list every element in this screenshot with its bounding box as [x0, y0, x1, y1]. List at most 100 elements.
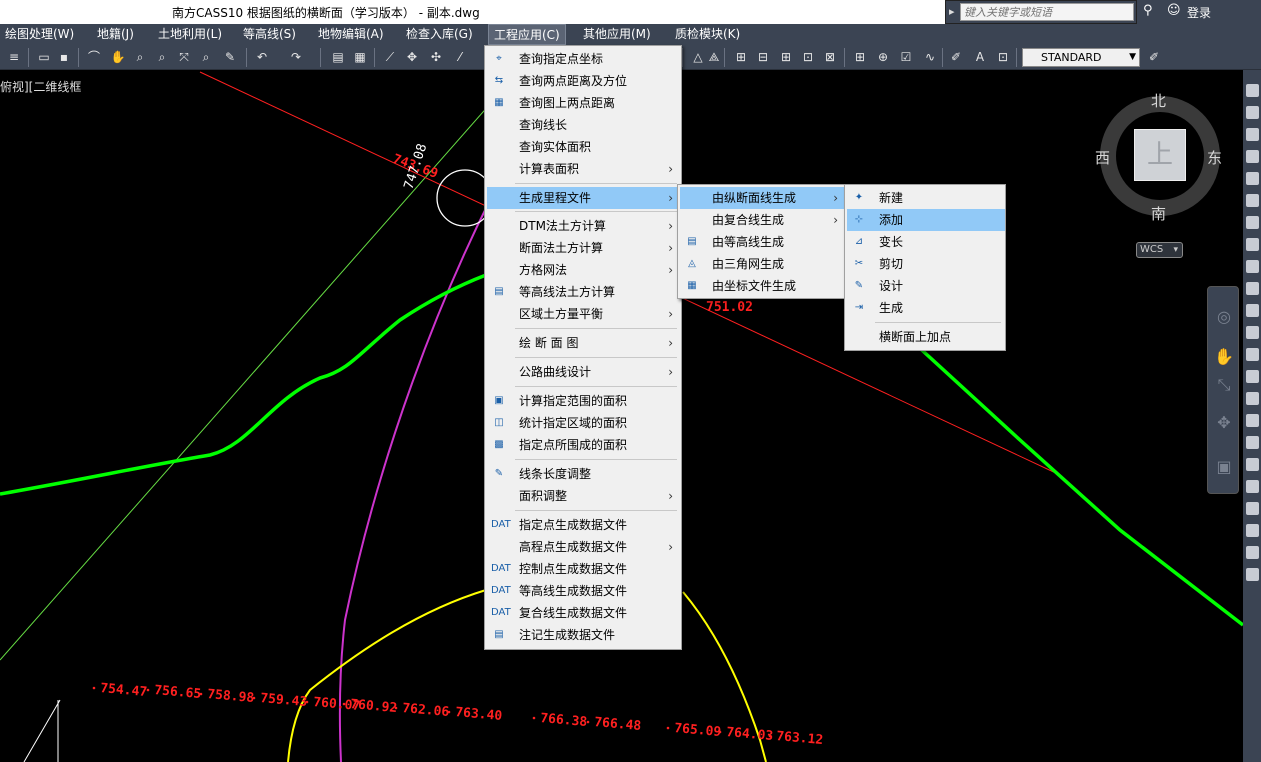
side-tool-icon[interactable] — [1246, 436, 1259, 449]
side-tool-icon[interactable] — [1246, 106, 1259, 119]
side-tool-icon[interactable] — [1246, 370, 1259, 383]
compass-south[interactable]: 南 — [1151, 203, 1166, 224]
viewcube-top-face[interactable]: 上 — [1134, 129, 1186, 181]
login-link[interactable]: 登录 — [1187, 4, 1211, 21]
binoculars-icon[interactable]: ⚲ — [1143, 3, 1153, 18]
grid-icon[interactable]: ⊞ — [778, 49, 794, 65]
side-tool-icon[interactable] — [1246, 414, 1259, 427]
check-icon[interactable]: ☑ — [898, 49, 914, 65]
compass-north[interactable]: 北 — [1151, 90, 1166, 111]
elevation-label[interactable]: 758.98 — [207, 687, 255, 706]
side-tool-icon[interactable] — [1246, 304, 1259, 317]
engineering-menu-item-5[interactable]: 计算表面积 › — [487, 158, 681, 180]
side-tool-icon[interactable] — [1246, 150, 1259, 163]
menu-6[interactable]: 工程应用(C) — [488, 24, 566, 45]
side-tool-icon[interactable] — [1246, 84, 1259, 97]
side-tool-icon[interactable] — [1246, 128, 1259, 141]
zoom-icon[interactable]: ⤡ — [1214, 375, 1234, 395]
save-icon[interactable]: ▪ — [56, 49, 72, 65]
pick-icon[interactable]: ✎ — [222, 49, 238, 65]
engineering-menu-item-13[interactable]: 公路曲线设计 › — [487, 361, 681, 383]
showmotion-icon[interactable]: ▣ — [1214, 457, 1234, 477]
side-tool-icon[interactable] — [1246, 480, 1259, 493]
text-a-icon[interactable]: A — [972, 49, 988, 65]
engineering-menu-item-4[interactable]: 查询实体面积 — [487, 136, 681, 158]
engineering-menu-item-18[interactable]: 面积调整 › — [487, 485, 681, 507]
side-tool-icon[interactable] — [1246, 172, 1259, 185]
engineering-menu-item-24[interactable]: ▤ 注记生成数据文件 — [487, 624, 681, 646]
copy-icon[interactable]: ✣ — [428, 49, 444, 65]
side-tool-icon[interactable] — [1246, 524, 1259, 537]
elevation-label[interactable]: 764.03 — [726, 725, 774, 744]
engineering-menu-item-0[interactable]: ⌖ 查询指定点坐标 — [487, 48, 681, 70]
side-tool-icon[interactable] — [1246, 326, 1259, 339]
layer-icon[interactable]: ▦ — [352, 49, 368, 65]
menu-0[interactable]: 绘图处理(W) — [0, 24, 79, 45]
engineering-menu-item-23[interactable]: DAT 复合线生成数据文件 — [487, 602, 681, 624]
plus-icon[interactable]: ⊕ — [875, 49, 891, 65]
elevation-label[interactable]: 766.48 — [594, 715, 642, 734]
engineering-menu-item-2[interactable]: ▦ 查询图上两点距离 — [487, 92, 681, 114]
engineering-menu-item-22[interactable]: DAT 等高线生成数据文件 — [487, 580, 681, 602]
elevation-label[interactable]: 756.65 — [154, 683, 202, 702]
menu-5[interactable]: 检查入库(G) — [401, 24, 478, 45]
engineering-menu-item-16[interactable]: ▩ 指定点所围成的面积 — [487, 434, 681, 456]
side-tool-icon[interactable] — [1246, 238, 1259, 251]
elevation-label[interactable]: 762.06 — [402, 701, 450, 720]
engineering-menu-item-14[interactable]: ▣ 计算指定范围的面积 — [487, 390, 681, 412]
menu-1[interactable]: 地籍(J) — [92, 24, 139, 45]
viewport-label[interactable]: 俯视][二维线框 — [0, 78, 81, 95]
redo-icon[interactable]: ↷ — [288, 49, 304, 65]
side-tool-icon[interactable] — [1246, 348, 1259, 361]
engineering-menu-item-9[interactable]: 方格网法 › — [487, 259, 681, 281]
open-icon[interactable]: ▭ — [36, 49, 52, 65]
grip-icon[interactable]: ≡ — [6, 49, 22, 65]
engineering-menu-item-6[interactable]: 生成里程文件 › — [487, 187, 681, 209]
menu-3[interactable]: 等高线(S) — [238, 24, 301, 45]
side-tool-icon[interactable] — [1246, 282, 1259, 295]
undo-icon[interactable]: ↶ — [254, 49, 270, 65]
stretch-icon[interactable]: ⁄ — [452, 49, 468, 65]
profile-menu-item-0[interactable]: ✦ 新建 — [847, 187, 1005, 209]
profile-menu-item-2[interactable]: ⊿ 变长 — [847, 231, 1005, 253]
side-tool-icon[interactable] — [1246, 392, 1259, 405]
side-tool-icon[interactable] — [1246, 568, 1259, 581]
profile-menu-item-3[interactable]: ✂ 剪切 — [847, 253, 1005, 275]
menu-8[interactable]: 质检模块(K) — [670, 24, 745, 45]
engineering-menu-item-7[interactable]: DTM法土方计算 › — [487, 215, 681, 237]
menu-2[interactable]: 土地利用(L) — [153, 24, 227, 45]
elevation-label[interactable]: 765.09 — [674, 721, 722, 740]
side-tool-icon[interactable] — [1246, 260, 1259, 273]
elevation-label[interactable]: 766.38 — [540, 711, 588, 730]
side-tool-icon[interactable] — [1246, 546, 1259, 559]
draw-line-icon[interactable]: ⟋ — [382, 49, 398, 65]
wcs-button[interactable]: WCS ▾ — [1136, 242, 1183, 258]
hatch-icon[interactable]: ⊞ — [852, 49, 868, 65]
engineering-menu-item-12[interactable]: 绘 断 面 图 › — [487, 332, 681, 354]
engineering-menu-item-10[interactable]: ▤ 等高线法土方计算 — [487, 281, 681, 303]
engineering-menu-item-17[interactable]: ✎ 线条长度调整 — [487, 463, 681, 485]
text-style-select[interactable]: STANDARD ▼ — [1022, 48, 1140, 67]
orbit-icon[interactable]: ✥ — [1214, 413, 1234, 433]
profile-menu-item-5[interactable]: ⇥ 生成 — [847, 297, 1005, 319]
mileage-menu-item-3[interactable]: ◬ 由三角网生成 — [680, 253, 846, 275]
search-input[interactable] — [960, 3, 1134, 21]
menu-4[interactable]: 地物编辑(A) — [313, 24, 389, 45]
steering-wheel-icon[interactable]: ◎ — [1214, 307, 1234, 327]
mileage-menu-item-2[interactable]: ▤ 由等高线生成 — [680, 231, 846, 253]
wave-icon[interactable]: ∿ — [922, 49, 938, 65]
move-icon[interactable]: ✥ — [404, 49, 420, 65]
edit-style-icon[interactable]: ✐ — [1146, 49, 1162, 65]
engineering-menu-item-19[interactable]: DAT 指定点生成数据文件 — [487, 514, 681, 536]
engineering-menu-item-8[interactable]: 断面法土方计算 › — [487, 237, 681, 259]
measure-icon[interactable]: ⟁ — [706, 49, 722, 65]
triangle-icon[interactable]: △ — [690, 49, 706, 65]
mileage-menu-item-1[interactable]: 由复合线生成 › — [680, 209, 846, 231]
elevation-label[interactable]: 751.02 — [706, 300, 753, 315]
engineering-menu-item-21[interactable]: DAT 控制点生成数据文件 — [487, 558, 681, 580]
dim-icon[interactable]: ⊟ — [755, 49, 771, 65]
pencil-icon[interactable]: ✐ — [948, 49, 964, 65]
mileage-menu-item-0[interactable]: 由纵断面线生成 › — [680, 187, 846, 209]
zoom-extents-icon[interactable]: ⤧ — [176, 49, 192, 65]
compass-east[interactable]: 东 — [1207, 147, 1222, 168]
